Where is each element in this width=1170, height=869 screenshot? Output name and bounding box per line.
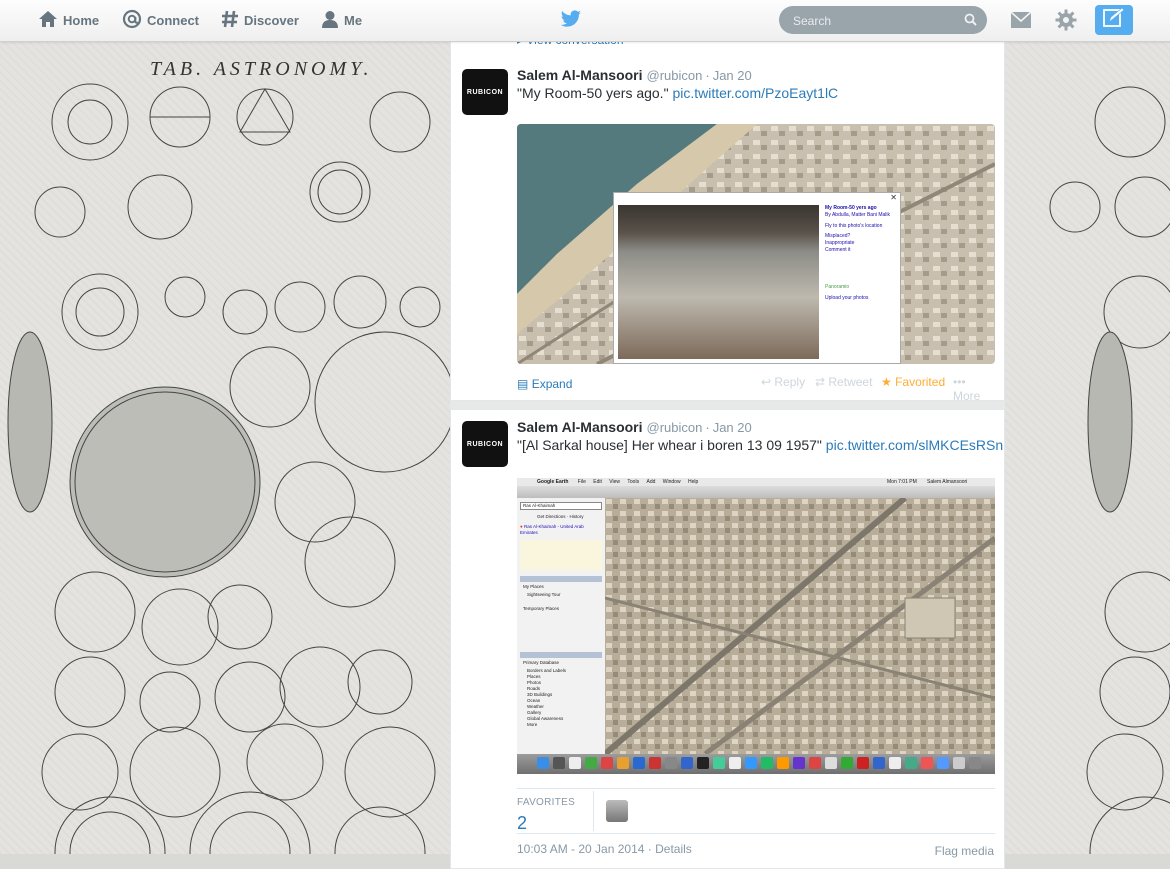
tweet-date[interactable]: Jan 20 bbox=[713, 68, 752, 83]
hash-icon bbox=[221, 10, 239, 31]
earth-search-field: Ras Al-Khaimah bbox=[520, 502, 602, 510]
tweet-header: Salem Al-Mansoori @rubicon · Jan 20 bbox=[517, 419, 752, 435]
ellipsis-icon: ••• bbox=[953, 375, 966, 389]
nav-me-label: Me bbox=[344, 13, 363, 28]
nav-me[interactable]: Me bbox=[321, 0, 362, 41]
separator: · bbox=[705, 420, 710, 435]
nav-discover-label: Discover bbox=[244, 13, 299, 28]
popup-upload: Upload your photos bbox=[825, 295, 869, 301]
at-sign-icon bbox=[122, 9, 142, 32]
favorites-label: FAVORITES bbox=[517, 797, 576, 808]
retweet-button[interactable]: ⇄ Retweet bbox=[815, 375, 872, 389]
compose-tweet-button[interactable] bbox=[1095, 5, 1133, 35]
room-photo bbox=[618, 205, 819, 359]
background-engraving-right bbox=[1005, 42, 1170, 854]
twitter-bird-logo[interactable] bbox=[560, 10, 582, 34]
popup-title: My Room-50 yers ago bbox=[825, 205, 877, 211]
retweet-icon: ⇄ bbox=[815, 375, 829, 389]
popup-link: Inappropriate bbox=[825, 240, 855, 246]
tweet-photo[interactable]: Google Earth File Edit View Tools Add Wi… bbox=[517, 478, 995, 774]
tweet-text: "[Al Sarkal house] Her whear i boren 13 … bbox=[517, 437, 1004, 453]
background-engraving-left: TAB. ASTRONOMY. bbox=[0, 42, 450, 854]
tweet-media-link[interactable]: pic.twitter.com/slMKCEsRSn bbox=[826, 437, 1003, 453]
tweet-stats: FAVORITES 2 bbox=[517, 788, 995, 834]
search-icon[interactable] bbox=[964, 13, 977, 31]
astronomy-diagrams bbox=[7, 83, 450, 854]
popup-author: By Abdulla, Matter Bani Malik bbox=[825, 212, 891, 218]
gear-icon[interactable] bbox=[1055, 9, 1077, 36]
author-handle[interactable]: @rubicon bbox=[647, 420, 703, 435]
compose-icon bbox=[1102, 7, 1126, 34]
separator: · bbox=[705, 68, 710, 83]
photo-popup: ✕ My Room-50 yers ago By Abdulla, Matter… bbox=[613, 192, 901, 364]
top-nav: Home Connect Discover Me bbox=[0, 0, 1170, 42]
earth-result: ● Ras Al-Khaimah - United Arab Emirates bbox=[520, 524, 584, 535]
messages-icon[interactable] bbox=[1010, 11, 1032, 34]
dock-icons bbox=[537, 757, 981, 769]
home-icon bbox=[38, 10, 58, 31]
media-icon: ▤ bbox=[517, 377, 529, 391]
avatar[interactable]: RUBICON bbox=[462, 69, 508, 115]
popup-brand: Panoramio bbox=[825, 284, 850, 290]
author-name[interactable]: Salem Al-Mansoori bbox=[517, 67, 643, 83]
earth-sidebar: Ras Al-Khaimah Get Directions · History … bbox=[517, 498, 606, 754]
timeline-column: ▸ View conversation RUBICON Salem Al-Man… bbox=[450, 31, 1005, 869]
reply-button[interactable]: ↩ Reply bbox=[761, 375, 805, 389]
nav-home[interactable]: Home bbox=[38, 0, 99, 41]
more-button[interactable]: ••• More bbox=[953, 375, 995, 403]
nav-connect-label: Connect bbox=[147, 13, 199, 28]
author-handle[interactable]: @rubicon bbox=[647, 68, 703, 83]
search-box[interactable] bbox=[779, 6, 987, 34]
app-toolbar bbox=[517, 486, 995, 498]
favorites-count[interactable]: 2 bbox=[517, 813, 527, 834]
app-name: Google Earth bbox=[537, 479, 569, 485]
avatar[interactable]: RUBICON bbox=[462, 421, 508, 467]
nav-connect[interactable]: Connect bbox=[122, 0, 199, 41]
star-icon: ★ bbox=[881, 375, 896, 389]
astronomy-diagrams-right bbox=[1049, 86, 1170, 854]
popup-link: Comment it bbox=[825, 247, 851, 253]
mac-dock bbox=[517, 754, 995, 774]
popup-link: Fly to this photo's location bbox=[825, 223, 883, 229]
divider bbox=[593, 791, 594, 831]
nav-discover[interactable]: Discover bbox=[221, 0, 299, 41]
tweet-text: "My Room-50 yers ago." pic.twitter.com/P… bbox=[517, 85, 839, 101]
tweet-date[interactable]: Jan 20 bbox=[713, 420, 752, 435]
tweet-header: Salem Al-Mansoori @rubicon · Jan 20 bbox=[517, 67, 752, 83]
author-name[interactable]: Salem Al-Mansoori bbox=[517, 419, 643, 435]
nav-home-label: Home bbox=[63, 13, 100, 28]
favorite-button[interactable]: ★ Favorited bbox=[881, 375, 945, 389]
tweet-media-link[interactable]: pic.twitter.com/PzoEayt1lC bbox=[672, 85, 838, 101]
person-icon bbox=[321, 10, 339, 32]
close-icon: ✕ bbox=[890, 193, 897, 202]
tweet-card[interactable]: ▸ View conversation RUBICON Salem Al-Man… bbox=[450, 31, 1005, 403]
earth-map-view bbox=[605, 498, 995, 754]
mac-menubar: Google Earth File Edit View Tools Add Wi… bbox=[517, 478, 995, 486]
expand-link[interactable]: ▤ Expand bbox=[517, 377, 572, 391]
favoriter-avatar[interactable] bbox=[606, 800, 628, 822]
tweet-card[interactable]: RUBICON Salem Al-Mansoori @rubicon · Jan 20… bbox=[450, 409, 1005, 869]
flag-media-link[interactable]: Flag media bbox=[935, 844, 994, 858]
reply-icon: ↩ bbox=[761, 375, 775, 389]
search-input[interactable] bbox=[791, 13, 955, 29]
popup-link: Misplaced? bbox=[825, 233, 851, 239]
tweet-photo[interactable]: ✕ My Room-50 yers ago By Abdulla, Matter… bbox=[517, 124, 995, 364]
